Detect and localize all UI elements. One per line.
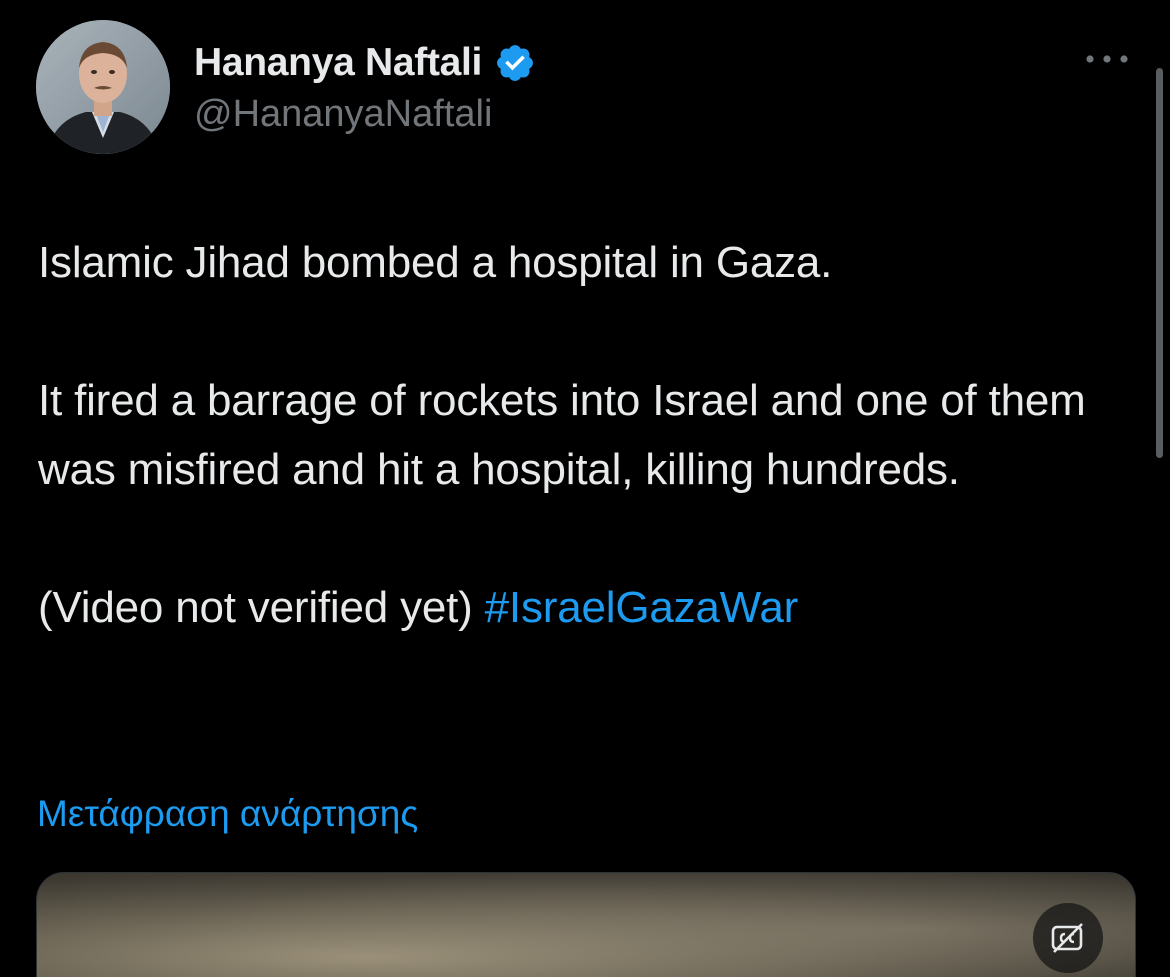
avatar[interactable] xyxy=(36,20,170,154)
tweet-detail-screen: Hananya Naftali @HananyaNaftali Islamic … xyxy=(0,0,1170,977)
video-frame xyxy=(37,873,1135,977)
captions-toggle-icon xyxy=(1051,923,1083,953)
tweet-paragraph-3-text: (Video not verified yet) xyxy=(38,583,485,632)
verified-badge-icon[interactable] xyxy=(494,42,536,84)
captions-toggle-button[interactable] xyxy=(1033,903,1103,973)
author-display-name[interactable]: Hananya Naftali xyxy=(194,41,482,85)
author-handle[interactable]: @HananyaNaftali xyxy=(194,93,492,136)
scrollbar[interactable] xyxy=(1156,68,1163,458)
tweet-paragraph-1: Islamic Jihad bombed a hospital in Gaza. xyxy=(38,238,833,287)
translate-post-link[interactable]: Μετάφραση ανάρτησης xyxy=(37,793,418,835)
hashtag-link[interactable]: #IsraelGazaWar xyxy=(485,583,799,632)
author-name-row: Hananya Naftali xyxy=(194,40,536,86)
more-options-icon[interactable] xyxy=(1082,44,1132,74)
tweet-paragraph-2: It fired a barrage of rockets into Israe… xyxy=(38,376,1086,494)
video-media[interactable] xyxy=(36,872,1136,977)
tweet-text: Islamic Jihad bombed a hospital in Gaza.… xyxy=(38,228,1128,642)
tweet-paragraph-3: (Video not verified yet) #IsraelGazaWar xyxy=(38,573,1128,642)
